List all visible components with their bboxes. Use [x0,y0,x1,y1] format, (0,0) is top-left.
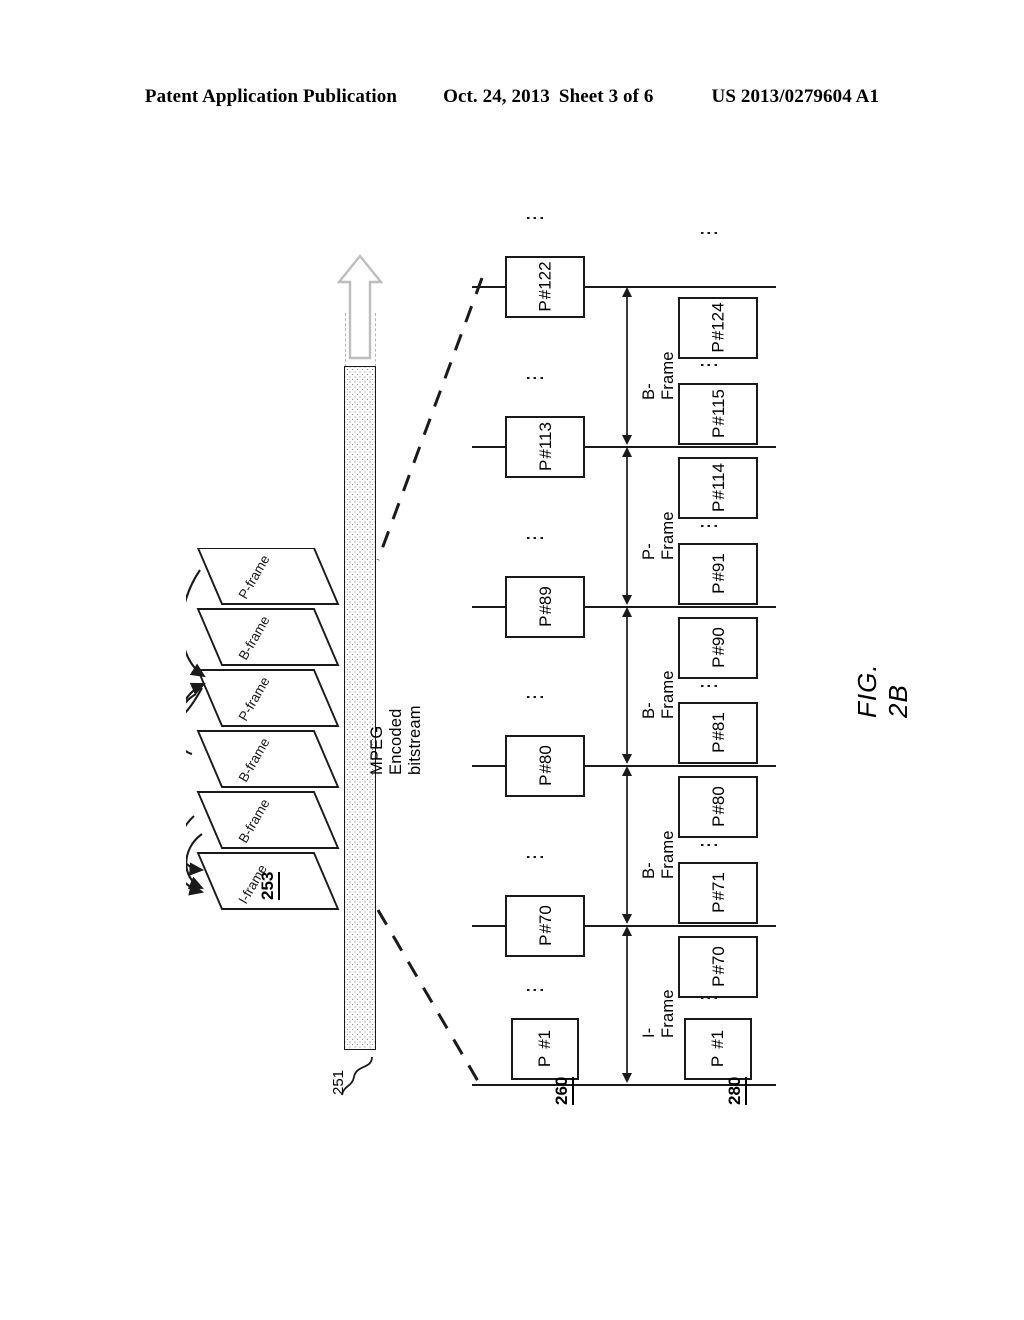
dots-260-0-glyph: ⋮ [524,205,546,228]
box-260-1-number: #113 [535,422,555,460]
box-280-4-number: #90 [708,627,728,657]
box-280-9: P #1 [684,1018,752,1080]
box-280-4: P #90 [678,617,758,679]
dots-280-3-glyph: ⋮ [698,832,720,855]
figure-2b: FIG. 2B MPEG Encoded bitstream 251 P-fra… [0,0,1024,1320]
interval-label-0-text: B-Frame [640,351,677,400]
connector-260-0 [472,286,506,287]
box-280-1-number: #115 [708,389,728,427]
interval-label-4-text: I-Frame [640,989,677,1038]
box-280-6-type: P [708,816,728,828]
box-280-7-number: #71 [708,872,728,902]
connector-260-3 [472,765,506,766]
box-260-5-type: P [535,1056,555,1068]
box-280-2-type: P [708,501,728,513]
frame-b-1 [196,608,340,666]
box-280-3-number: #91 [708,553,728,583]
box-280-7-type: P [708,902,728,914]
connector-260-2 [472,606,506,607]
mpeg-bitstream-caption-text: MPEG Encoded bitstream [368,705,424,775]
box-260-5: P #1 [511,1018,579,1080]
interval-arrow-b-frame-2 [622,607,632,764]
connector-260-1b [584,446,618,447]
frame-p-1 [196,548,340,605]
interval-arrow-p-frame [622,447,632,605]
dots-280-top-glyph: ⋮ [698,220,720,243]
connector-260-2b [584,606,618,607]
frame-p-2 [196,669,340,727]
dots-280-2-glyph: ⋮ [698,673,720,696]
projection-line-top [376,277,484,561]
interval-arrow-b-frame-1 [622,287,632,445]
interval-label-3-text: B-Frame [640,830,677,879]
box-260-5-number: #1 [535,1030,555,1050]
dots-260-2-glyph: ⋮ [524,525,546,548]
box-260-0-number: #122 [535,261,555,300]
reference-253-text: 253 [258,871,280,900]
dots-260-5-glyph: ⋮ [524,977,546,1000]
box-280-4-type: P [708,657,728,669]
box-260-2-type: P [535,616,555,628]
box-280-3: P #91 [678,543,758,605]
box-280-5-type: P [708,742,728,754]
box-280-3-type: P [708,583,728,595]
up-block-arrow-icon [336,254,384,360]
connector-260-3b [584,765,618,766]
interval-arrow-i-frame [622,926,632,1083]
column-reference-280-text: 280 [725,1076,747,1105]
dots-260-4-glyph: ⋮ [524,844,546,867]
dots-260-3-glyph: ⋮ [524,684,546,707]
dots-280-1-glyph: ⋮ [698,513,720,536]
column-reference-260-text: 260 [552,1076,574,1105]
box-280-5-number: #81 [708,712,728,742]
dots-260-1-glyph: ⋮ [524,365,546,388]
projection-lines [376,277,484,1089]
connector-260-4 [472,925,506,926]
box-260-1-type: P [535,460,555,472]
frame-b-3 [196,791,340,849]
box-260-0: P #122 [505,256,585,318]
box-280-1-type: P [708,427,728,439]
box-280-6: P #80 [678,776,758,838]
box-280-9-number: #1 [708,1030,728,1050]
dots-280-0-glyph: ⋮ [698,352,720,375]
interval-label-1-text: P-Frame [640,511,677,560]
box-280-0: P #124 [678,297,758,359]
box-260-4-number: #70 [535,905,555,935]
box-260-3-number: #80 [535,745,555,775]
box-280-1: P #115 [678,383,758,445]
box-280-2-number: #114 [708,463,728,501]
box-260-2-number: #89 [535,586,555,616]
interval-label-2-text: B-Frame [640,670,677,719]
box-280-5: P #81 [678,702,758,764]
box-280-2: P #114 [678,457,758,519]
box-260-3: P #80 [505,735,585,797]
box-280-0-number: #124 [708,302,728,341]
box-280-9-type: P [708,1056,728,1068]
connector-260-0b [584,286,618,287]
reference-251-text: 251 [330,1069,347,1095]
frame-b-2 [196,730,340,788]
box-280-7: P #71 [678,862,758,924]
box-260-3-type: P [535,775,555,787]
box-260-4: P #70 [505,895,585,957]
connector-260-4b [584,925,618,926]
box-280-8-number: #70 [708,946,728,976]
figure-label-text: FIG. 2B [852,663,913,718]
interval-arrow-b-frame-3 [622,766,632,924]
box-260-1: P #113 [505,416,585,478]
dots-280-4-glyph: ⋮ [698,985,720,1008]
box-260-4-type: P [535,935,555,947]
box-260-0-type: P [535,300,555,313]
box-260-2: P #89 [505,576,585,638]
connector-260-1 [472,446,506,447]
projection-line-bottom [376,909,484,1089]
box-280-6-number: #80 [708,786,728,816]
